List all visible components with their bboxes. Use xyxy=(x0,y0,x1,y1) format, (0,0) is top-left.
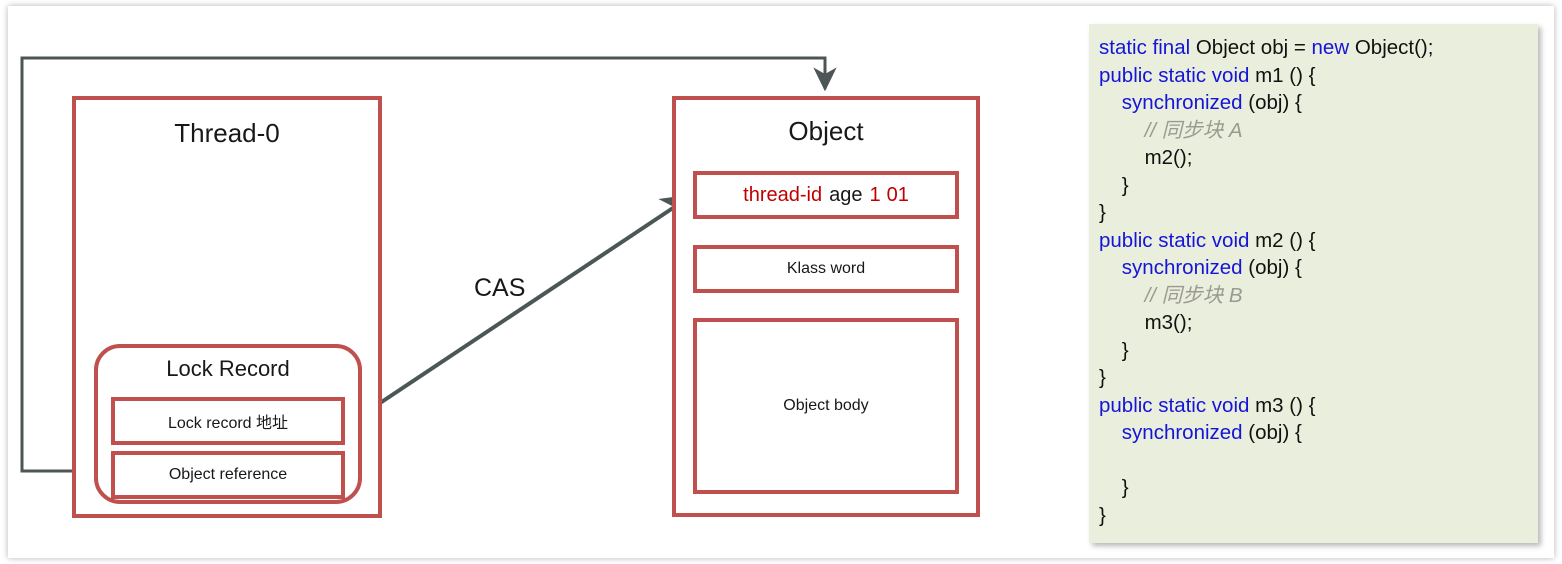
object-body-row: Object body xyxy=(693,318,959,494)
code-line: public static void m1 () { xyxy=(1099,62,1538,90)
code-text: m1 () { xyxy=(1255,63,1316,87)
lock-record-title: Lock Record xyxy=(166,356,290,381)
code-keyword: synchronized xyxy=(1121,256,1249,279)
code-text: Object obj = xyxy=(1195,36,1312,59)
code-text: } xyxy=(1099,201,1106,224)
code-line: synchronized (obj) { xyxy=(1099,89,1538,117)
code-line: m2(); xyxy=(1099,144,1538,172)
code-keyword: new xyxy=(1311,36,1355,59)
lock-record-address-label: Lock record 地址 xyxy=(167,415,289,432)
mark-word-biased-flag: 1 xyxy=(869,183,881,206)
code-text: Object(); xyxy=(1354,36,1434,59)
code-text: m3(); xyxy=(1099,311,1193,334)
code-panel: static final Object obj = new Object(); p… xyxy=(1089,24,1538,543)
slide-card: CAS Thread-0 Lock Record Lock record 地址 … xyxy=(8,6,1554,558)
cas-label: CAS xyxy=(474,274,526,302)
mark-word-thread-id: thread-id xyxy=(743,183,823,206)
code-keyword: static final xyxy=(1099,36,1196,59)
code-line: // 同步块 B xyxy=(1099,282,1538,310)
code-line: } xyxy=(1099,502,1538,530)
cas-arrow xyxy=(320,194,694,450)
code-text: } xyxy=(1099,476,1129,499)
code-line: } xyxy=(1099,199,1538,227)
code-text: (obj) { xyxy=(1248,91,1302,114)
code-text: } xyxy=(1099,366,1106,389)
lock-diagram: CAS Thread-0 Lock Record Lock record 地址 … xyxy=(8,6,1078,558)
mark-word-age: age xyxy=(829,183,863,206)
code-text: (obj) { xyxy=(1248,421,1302,444)
code-line: } xyxy=(1099,474,1538,502)
lock-record-address-row: Lock record 地址 xyxy=(111,397,345,445)
klass-word-label: Klass word xyxy=(786,260,866,277)
code-comment: // 同步块 A xyxy=(1099,118,1243,142)
code-keyword: synchronized xyxy=(1121,421,1249,444)
code-line: } xyxy=(1099,364,1538,392)
code-comment: // 同步块 B xyxy=(1099,283,1243,307)
code-line: static final Object obj = new Object(); xyxy=(1099,34,1538,62)
klass-word-row: Klass word xyxy=(693,245,959,293)
object-reference-label: Object reference xyxy=(168,466,288,483)
code-listing: static final Object obj = new Object(); p… xyxy=(1099,34,1538,529)
thread-box-title: Thread-0 xyxy=(174,118,280,148)
code-keyword: synchronized xyxy=(1121,91,1249,114)
code-line: } xyxy=(1099,172,1538,200)
code-line: synchronized (obj) { xyxy=(1099,419,1538,447)
code-keyword: public static void xyxy=(1099,63,1256,87)
code-text: (obj) { xyxy=(1248,256,1302,279)
object-body-label: Object body xyxy=(783,397,869,414)
object-reference-row: Object reference xyxy=(111,451,345,499)
code-line: // 同步块 A xyxy=(1099,117,1538,145)
code-keyword: public static void xyxy=(1099,393,1256,417)
mark-word-lock-bits: 01 xyxy=(886,183,909,206)
code-line: m3(); xyxy=(1099,309,1538,337)
code-text: } xyxy=(1099,503,1106,527)
code-text: m2 () { xyxy=(1255,228,1316,252)
code-text: } xyxy=(1099,173,1129,197)
code-text: m2(); xyxy=(1099,146,1193,169)
page-root: CAS Thread-0 Lock Record Lock record 地址 … xyxy=(0,0,1562,564)
mark-word-row: thread-id age 1 01 xyxy=(693,171,959,219)
object-box-title: Object xyxy=(788,116,864,146)
code-line: public static void m3 () { xyxy=(1099,392,1538,420)
code-line: synchronized (obj) { xyxy=(1099,254,1538,282)
code-line: public static void m2 () { xyxy=(1099,227,1538,255)
code-keyword: public static void xyxy=(1099,228,1256,252)
code-line: } xyxy=(1099,337,1538,365)
code-text: m3 () { xyxy=(1255,393,1316,417)
code-text: } xyxy=(1099,338,1129,362)
